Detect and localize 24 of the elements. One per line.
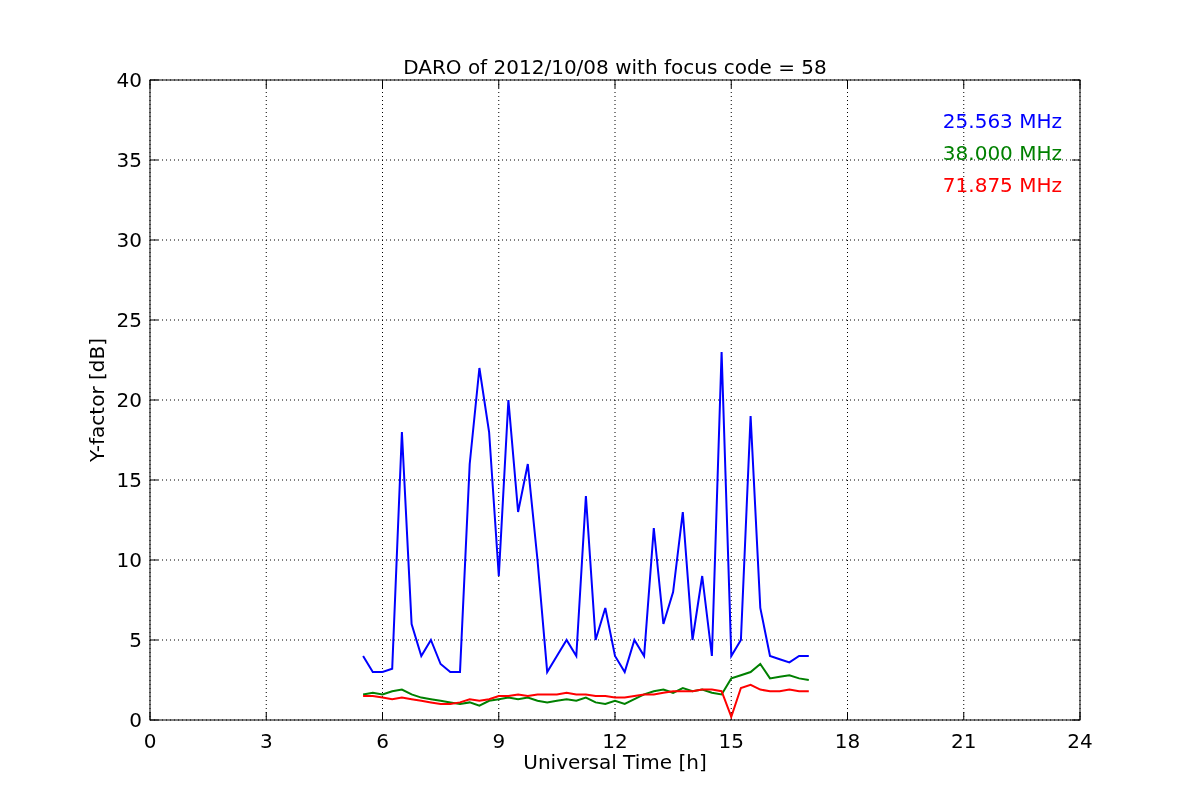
x-tick-label: 24 <box>1067 729 1093 753</box>
legend-label: 25.563 MHz <box>942 109 1062 133</box>
x-tick-label: 15 <box>718 729 744 753</box>
y-tick-label: 30 <box>116 228 142 252</box>
y-tick-label: 40 <box>116 68 142 92</box>
x-tick-label: 21 <box>951 729 977 753</box>
x-tick-label: 3 <box>259 729 273 753</box>
x-tick-label: 9 <box>492 729 506 753</box>
y-tick-label: 0 <box>129 708 142 732</box>
y-tick-label: 5 <box>129 628 142 652</box>
x-tick-label: 18 <box>834 729 861 753</box>
y-tick-label: 35 <box>116 148 142 172</box>
legend-label: 38.000 MHz <box>942 141 1062 165</box>
y-tick-label: 25 <box>116 308 142 332</box>
x-tick-label: 0 <box>143 729 157 753</box>
y-tick-label: 20 <box>116 388 142 412</box>
y-axis-label: Y-factor [dB] <box>85 338 109 462</box>
x-tick-label: 12 <box>602 729 628 753</box>
x-tick-label: 6 <box>376 729 389 753</box>
legend-label: 71.875 MHz <box>942 173 1062 197</box>
x-axis-label: Universal Time [h] <box>523 750 707 774</box>
y-tick-label: 15 <box>116 468 142 492</box>
y-tick-label: 10 <box>116 548 142 572</box>
chart-title: DARO of 2012/10/08 with focus code = 58 <box>403 55 827 79</box>
